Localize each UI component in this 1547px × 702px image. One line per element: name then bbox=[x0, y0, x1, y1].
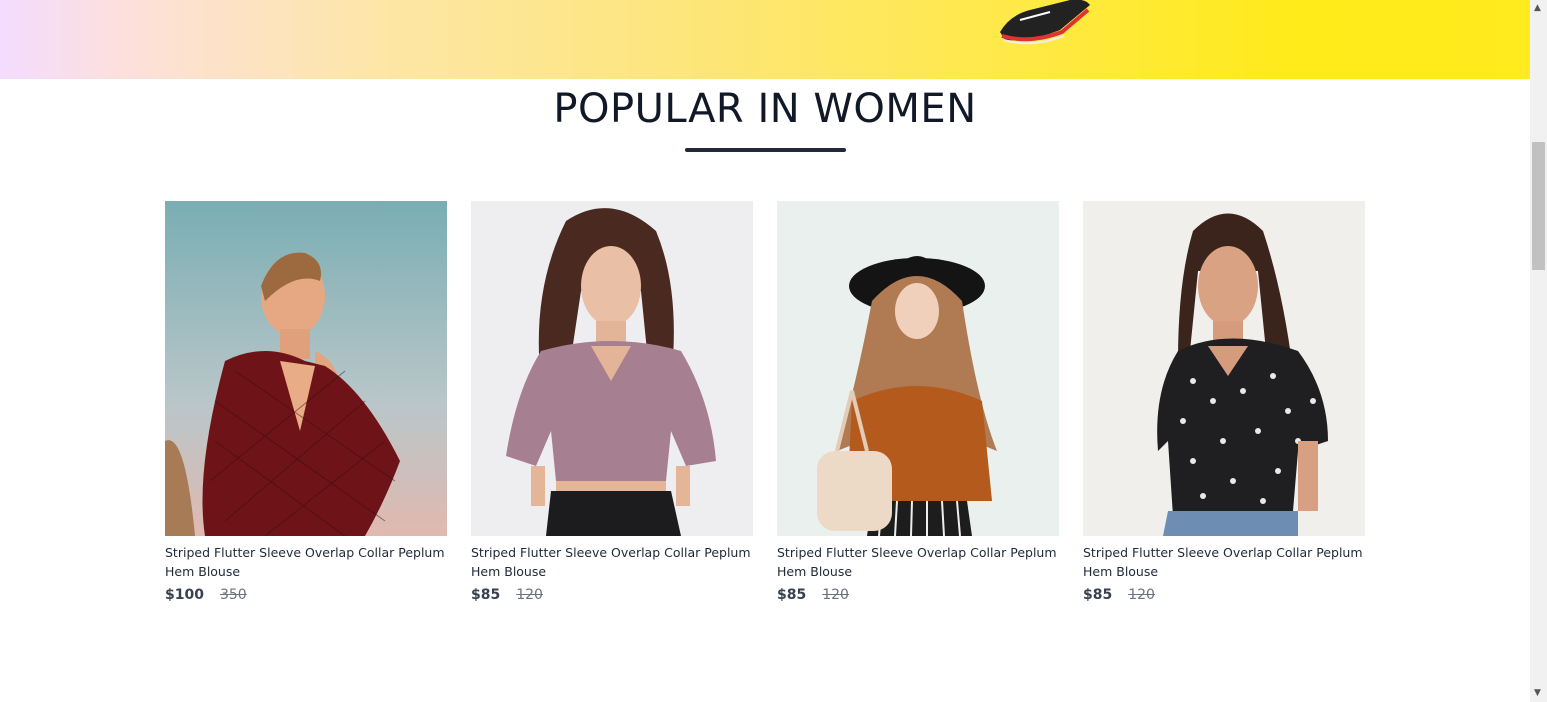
product-image[interactable] bbox=[165, 201, 447, 536]
product-price: $100 bbox=[165, 587, 204, 603]
title-underline bbox=[685, 148, 846, 152]
product-old-price: 120 bbox=[822, 587, 849, 603]
product-old-price: 120 bbox=[1128, 587, 1155, 603]
product-card[interactable]: Striped Flutter Sleeve Overlap Collar Pe… bbox=[165, 201, 447, 603]
product-card[interactable]: Striped Flutter Sleeve Overlap Collar Pe… bbox=[777, 201, 1059, 603]
product-price: $85 bbox=[471, 587, 501, 603]
product-old-price: 120 bbox=[516, 587, 543, 603]
product-image[interactable] bbox=[1083, 201, 1365, 536]
product-card[interactable]: Striped Flutter Sleeve Overlap Collar Pe… bbox=[471, 201, 753, 603]
product-old-price: 350 bbox=[219, 587, 247, 603]
product-name[interactable]: Striped Flutter Sleeve Overlap Collar Pe… bbox=[165, 543, 447, 581]
scroll-up-arrow-icon[interactable]: ▲ bbox=[1534, 3, 1541, 13]
price-row: $85 120 bbox=[777, 587, 1059, 603]
product-name[interactable]: Striped Flutter Sleeve Overlap Collar Pe… bbox=[471, 543, 753, 581]
product-card[interactable]: Striped Flutter Sleeve Overlap Collar Pe… bbox=[1083, 201, 1365, 603]
product-name[interactable]: Striped Flutter Sleeve Overlap Collar Pe… bbox=[777, 543, 1059, 581]
product-image[interactable] bbox=[471, 201, 753, 536]
vertical-scrollbar[interactable]: ▲ ▼ bbox=[1530, 0, 1547, 702]
price-row: $85 120 bbox=[471, 587, 753, 603]
section-title: POPULAR IN WOMEN bbox=[553, 86, 977, 132]
product-image[interactable] bbox=[777, 201, 1059, 536]
shoe-image bbox=[1000, 0, 1090, 45]
product-price: $85 bbox=[1083, 587, 1113, 603]
price-row: $100 350 bbox=[165, 587, 447, 603]
hero-banner bbox=[0, 0, 1530, 79]
product-name[interactable]: Striped Flutter Sleeve Overlap Collar Pe… bbox=[1083, 543, 1365, 581]
product-price: $85 bbox=[777, 587, 807, 603]
scroll-down-arrow-icon[interactable]: ▼ bbox=[1534, 688, 1541, 698]
scrollbar-thumb[interactable] bbox=[1532, 142, 1545, 270]
page: POPULAR IN WOMEN Striped Flutter Sleeve … bbox=[0, 0, 1547, 702]
price-row: $85 120 bbox=[1083, 587, 1365, 603]
